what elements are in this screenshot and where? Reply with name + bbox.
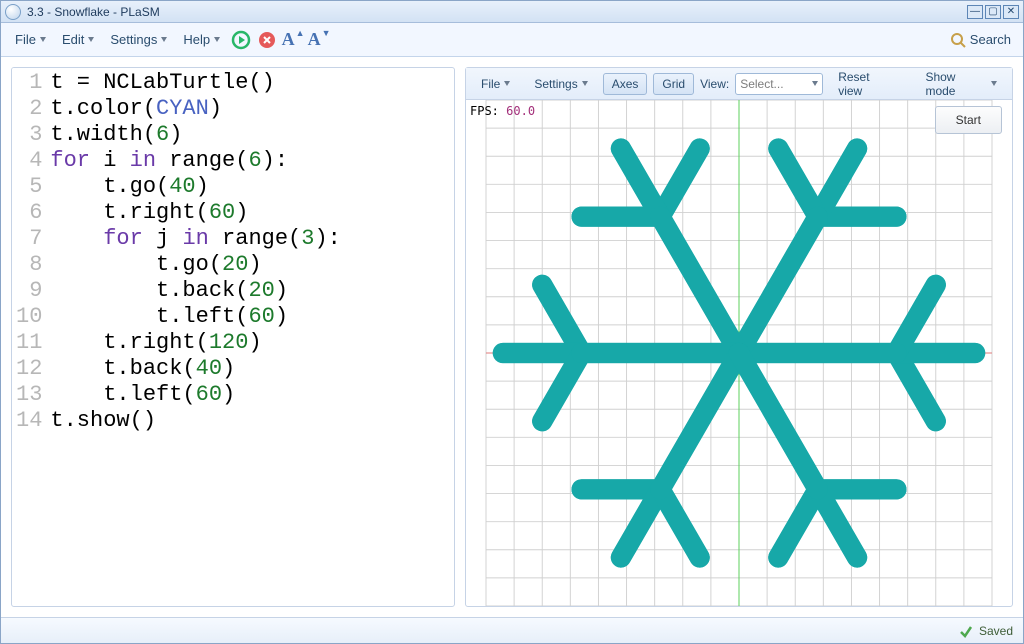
viewer-panel: File Settings Axes Grid View: Select... … (465, 67, 1013, 607)
view-select-placeholder: Select... (740, 77, 783, 91)
minimize-button[interactable]: — (967, 5, 983, 19)
caret-icon (88, 37, 94, 42)
font-increase-icon: A▲ (282, 29, 305, 50)
view-select[interactable]: Select... (735, 73, 823, 95)
menu-file[interactable]: File (9, 28, 52, 51)
caret-icon (161, 37, 167, 42)
view-label: View: (700, 77, 729, 91)
app-window: 3.3 - Snowflake - PLaSM — ▢ ✕ File Edit … (0, 0, 1024, 644)
fps-value: 60.0 (506, 104, 535, 118)
caret-icon (504, 81, 510, 86)
scene-svg (466, 100, 1012, 606)
menu-help-label: Help (183, 32, 210, 47)
menu-settings[interactable]: Settings (104, 28, 173, 51)
menu-edit-label: Edit (62, 32, 84, 47)
code-editor[interactable]: 1234567891011121314 t = NCLabTurtle()t.c… (11, 67, 455, 607)
play-icon (231, 30, 251, 50)
maximize-button[interactable]: ▢ (985, 5, 1001, 19)
code-content: 1234567891011121314 t = NCLabTurtle()t.c… (12, 68, 454, 436)
viewer-settings-label: Settings (534, 77, 577, 91)
caret-icon (991, 81, 997, 86)
axes-toggle[interactable]: Axes (603, 73, 648, 95)
app-icon (5, 4, 21, 20)
caret-icon (214, 37, 220, 42)
stop-icon (258, 31, 276, 49)
fps-label: FPS: (470, 104, 499, 118)
statusbar: Saved (1, 617, 1023, 643)
check-icon (959, 624, 973, 638)
status-text: Saved (979, 624, 1013, 638)
viewer-toolbar: File Settings Axes Grid View: Select... … (466, 68, 1012, 100)
search-label: Search (970, 32, 1011, 47)
font-decrease-icon: A▼ (308, 29, 331, 50)
titlebar: 3.3 - Snowflake - PLaSM — ▢ ✕ (1, 1, 1023, 23)
grid-toggle[interactable]: Grid (653, 73, 694, 95)
font-increase-button[interactable]: A▲ (282, 29, 304, 51)
caret-icon (582, 81, 588, 86)
axes-label: Axes (612, 77, 639, 91)
font-decrease-button[interactable]: A▼ (308, 29, 330, 51)
caret-icon (812, 81, 818, 86)
code-source[interactable]: t = NCLabTurtle()t.color(CYAN)t.width(6)… (50, 68, 344, 436)
search-button[interactable]: Search (946, 30, 1015, 50)
start-label: Start (956, 113, 981, 127)
menu-file-label: File (15, 32, 36, 47)
reset-view-button[interactable]: Reset view (829, 66, 904, 102)
viewer-settings[interactable]: Settings (525, 73, 596, 95)
reset-view-label: Reset view (838, 70, 895, 98)
menu-edit[interactable]: Edit (56, 28, 100, 51)
menu-help[interactable]: Help (177, 28, 226, 51)
grid-label: Grid (662, 77, 685, 91)
caret-icon (40, 37, 46, 42)
fps-readout: FPS: 60.0 (470, 104, 535, 118)
menubar: File Edit Settings Help A▲ A▼ Search (1, 23, 1023, 57)
menu-settings-label: Settings (110, 32, 157, 47)
stop-button[interactable] (256, 29, 278, 51)
body: 1234567891011121314 t = NCLabTurtle()t.c… (1, 57, 1023, 617)
show-mode-button[interactable]: Show mode (916, 66, 1006, 102)
viewer-file-label: File (481, 77, 500, 91)
run-button[interactable] (230, 29, 252, 51)
window-title: 3.3 - Snowflake - PLaSM (27, 5, 965, 19)
start-button[interactable]: Start (935, 106, 1002, 134)
line-number-gutter: 1234567891011121314 (12, 68, 50, 436)
viewer-canvas[interactable]: FPS: 60.0 Start (466, 100, 1012, 606)
viewer-file[interactable]: File (472, 73, 519, 95)
close-button[interactable]: ✕ (1003, 5, 1019, 19)
show-mode-label: Show mode (925, 70, 987, 98)
search-icon (950, 32, 966, 48)
